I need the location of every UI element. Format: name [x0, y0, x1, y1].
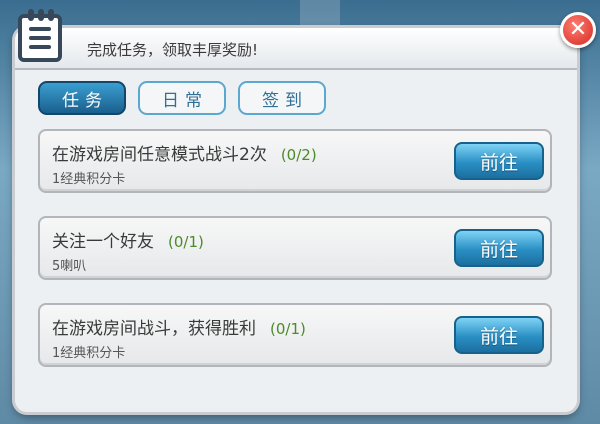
task-title: 在游戏房间任意模式战斗2次 (0/2) — [52, 140, 317, 165]
goto-button[interactable]: 前往 — [454, 229, 544, 267]
task-title: 关注一个好友 (0/1) — [52, 227, 204, 252]
task-title-text: 在游戏房间战斗，获得胜利 — [52, 319, 256, 339]
task-item: 在游戏房间战斗，获得胜利 (0/1) 1经典积分卡 前往 — [38, 303, 552, 367]
task-panel: 完成任务，领取丰厚奖励! 任务 日常 签到 在游戏房间任意模式战斗2次 (0/2)… — [15, 28, 577, 412]
tab-daily[interactable]: 日常 — [138, 81, 226, 115]
close-icon: ✕ — [568, 17, 588, 42]
clipboard-ring — [28, 9, 34, 21]
task-progress: (0/1) — [270, 320, 306, 338]
clipboard-line — [29, 36, 51, 40]
task-progress: (0/2) — [280, 146, 317, 164]
clipboard-icon — [18, 9, 62, 62]
panel-header: 完成任务，领取丰厚奖励! — [15, 28, 577, 70]
task-progress: (0/1) — [168, 233, 204, 251]
background-decoration — [300, 0, 340, 28]
task-reward: 5喇叭 — [52, 259, 87, 274]
task-item: 关注一个好友 (0/1) 5喇叭 前往 — [38, 216, 552, 280]
goto-button[interactable]: 前往 — [454, 142, 544, 180]
task-reward: 1经典积分卡 — [52, 346, 126, 361]
close-button[interactable]: ✕ — [560, 12, 596, 48]
task-title-text: 关注一个好友 — [52, 232, 154, 252]
task-reward: 1经典积分卡 — [52, 172, 126, 187]
clipboard-line — [29, 27, 51, 31]
header-title: 完成任务，领取丰厚奖励! — [87, 41, 259, 59]
goto-button[interactable]: 前往 — [454, 316, 544, 354]
task-title: 在游戏房间战斗，获得胜利 (0/1) — [52, 314, 306, 339]
task-item: 在游戏房间任意模式战斗2次 (0/2) 1经典积分卡 前往 — [38, 129, 552, 193]
clipboard-ring — [38, 9, 44, 21]
tab-tasks[interactable]: 任务 — [38, 81, 126, 115]
clipboard-ring — [48, 9, 54, 21]
clipboard-line — [29, 45, 51, 49]
tab-checkin[interactable]: 签到 — [238, 81, 326, 115]
task-title-text: 在游戏房间任意模式战斗2次 — [52, 145, 267, 165]
